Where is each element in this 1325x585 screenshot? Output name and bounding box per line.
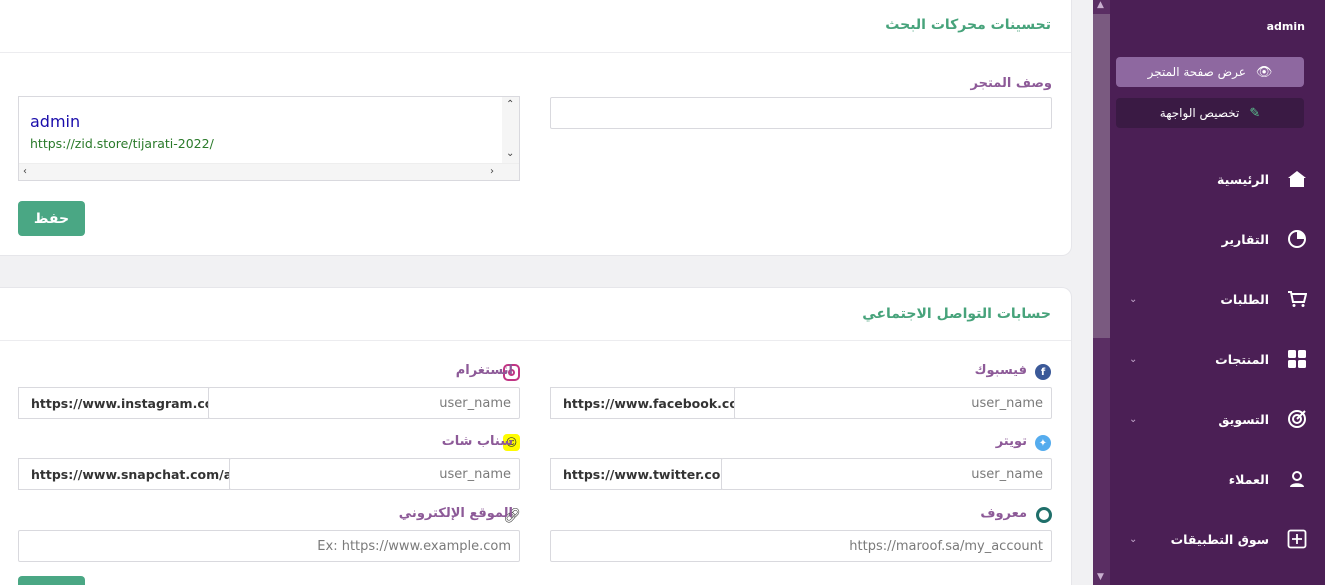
scroll-down-icon[interactable]: ▼	[1097, 572, 1104, 582]
sidebar-item-app-market[interactable]: سوق التطبيقات ⌄	[1109, 524, 1309, 554]
seo-title: تحسينات محركات البحث	[885, 17, 1051, 33]
sidebar-item-reports[interactable]: التقارير	[1109, 224, 1309, 254]
sidebar-item-customers[interactable]: العملاء	[1109, 464, 1309, 494]
scroll-left-icon[interactable]: ‹	[23, 167, 27, 177]
sidebar-item-home[interactable]: الرئيسية	[1109, 164, 1309, 194]
facebook-input[interactable]: user_name	[734, 387, 1052, 419]
preview-horizontal-scrollbar[interactable]: ‹ ›	[19, 163, 519, 180]
instagram-input[interactable]: user_name	[208, 387, 520, 419]
snapchat-input[interactable]: user_name	[229, 458, 520, 490]
preview-vertical-scrollbar[interactable]: ⌃ ⌄	[502, 97, 519, 163]
seo-card-header: تحسينات محركات البحث	[0, 0, 1071, 53]
snapchat-prefix: https://www.snapchat.com/add/	[18, 458, 255, 490]
facebook-icon: f	[1035, 364, 1051, 380]
sidebar: ▲ ▼ admin 👁︎ عرض صفحة المتجر ✎ تخصيص الو…	[1093, 0, 1325, 585]
chevron-down-icon: ⌄	[1129, 413, 1138, 425]
sidebar-item-marketing[interactable]: التسويق ⌄	[1109, 404, 1309, 434]
sidebar-item-orders[interactable]: الطلبات ⌄	[1109, 284, 1309, 314]
sidebar-username[interactable]: admin	[1267, 20, 1305, 33]
facebook-prefix: https://www.facebook.com/	[550, 387, 756, 419]
social-card-header: حسابات التواصل الاجتماعي	[0, 288, 1071, 341]
chevron-down-icon: ⌄	[1129, 533, 1138, 545]
instagram-label: انستغرام	[455, 363, 513, 378]
pencil-icon: ✎	[1249, 105, 1261, 121]
pie-chart-icon	[1285, 227, 1309, 251]
customize-label: تخصيص الواجهة	[1159, 106, 1240, 120]
user-icon	[1285, 467, 1309, 491]
twitter-input[interactable]: user_name	[721, 458, 1052, 490]
seo-preview-box[interactable]: admin https://zid.store/tijarati-2022/ ⌃…	[18, 96, 520, 181]
scroll-up-icon[interactable]: ⌃	[506, 100, 514, 110]
scrollbar-thumb[interactable]	[1093, 14, 1110, 338]
page-scrollbar[interactable]: ▲ ▼	[1093, 0, 1110, 585]
view-store-button[interactable]: 👁︎ عرض صفحة المتجر	[1116, 57, 1304, 87]
preview-url: https://zid.store/tijarati-2022/	[30, 136, 214, 151]
save-button[interactable]: حفظ	[18, 201, 85, 236]
eye-icon: 👁︎	[1255, 64, 1273, 80]
scroll-right-icon[interactable]: ›	[490, 167, 494, 177]
website-input[interactable]: Ex: https://www.example.com	[18, 530, 520, 562]
maroof-input[interactable]: https://maroof.sa/my_account	[550, 530, 1052, 562]
snapchat-label: سناب شات	[441, 434, 513, 449]
plus-box-icon	[1285, 527, 1309, 551]
chevron-down-icon: ⌄	[1129, 353, 1138, 365]
facebook-label: فيسبوك	[974, 363, 1027, 378]
view-store-label: عرض صفحة المتجر	[1147, 65, 1246, 79]
maroof-icon	[1036, 507, 1052, 523]
store-description-label: وصف المتجر	[970, 76, 1052, 91]
cart-icon	[1285, 287, 1309, 311]
chevron-down-icon: ⌄	[1129, 293, 1138, 305]
twitter-prefix: https://www.twitter.com/	[550, 458, 738, 490]
scroll-up-icon[interactable]: ▲	[1097, 0, 1104, 10]
social-title: حسابات التواصل الاجتماعي	[862, 306, 1051, 322]
scroll-down-icon[interactable]: ⌄	[506, 149, 514, 159]
main-content: تحسينات محركات البحث وصف المتجر admin ht…	[0, 0, 1093, 585]
social-save-button[interactable]	[18, 576, 85, 585]
instagram-prefix: https://www.instagram.com/	[18, 387, 231, 419]
home-icon	[1285, 167, 1309, 191]
twitter-label: تويتر	[995, 434, 1027, 449]
grid-icon	[1285, 347, 1309, 371]
target-icon	[1285, 407, 1309, 431]
sidebar-item-products[interactable]: المنتجات ⌄	[1109, 344, 1309, 374]
customize-button[interactable]: ✎ تخصيص الواجهة	[1116, 98, 1304, 128]
preview-title: admin	[30, 112, 81, 131]
maroof-label: معروف	[980, 506, 1027, 521]
store-description-input[interactable]	[550, 97, 1052, 129]
website-label: الموقع الإلكتروني	[398, 506, 513, 521]
twitter-icon: ✦	[1035, 435, 1051, 451]
